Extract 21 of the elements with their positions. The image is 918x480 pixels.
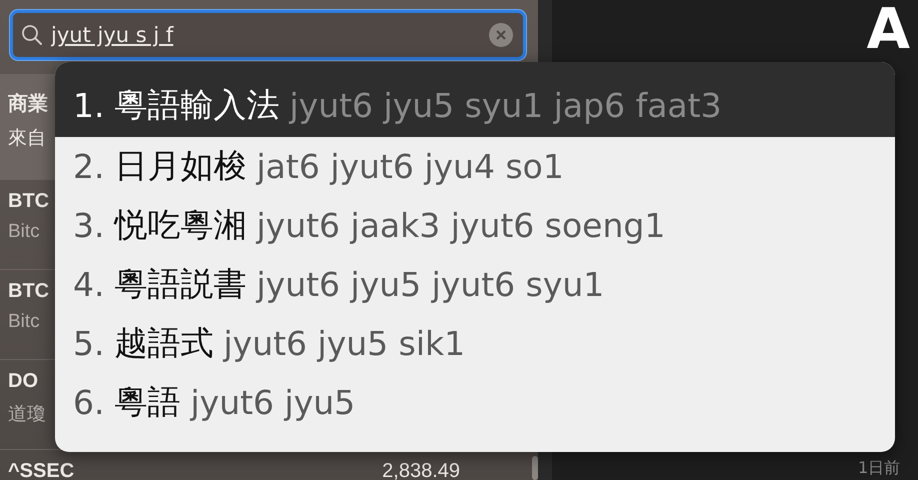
stock-price: 2,838.49 xyxy=(382,460,460,480)
candidate-item[interactable]: 3. 悦吃粵湘 jyut6 jaak3 jyut6 soeng1 xyxy=(55,196,895,255)
clear-icon[interactable] xyxy=(489,23,513,47)
candidate-item[interactable]: 1. 粵語輸入法 jyut6 jyu5 syu1 jap6 faat3 xyxy=(55,62,895,137)
candidate-item[interactable]: 2. 日月如梭 jat6 jyut6 jyu4 so1 xyxy=(55,137,895,196)
stock-symbol: DO xyxy=(8,370,38,393)
scrollbar[interactable] xyxy=(532,456,538,480)
stock-symbol: 商業 xyxy=(8,92,48,117)
stock-symbol: ^SSEC xyxy=(8,460,74,480)
stock-name: Bitc xyxy=(8,311,40,333)
stock-name: 來自 xyxy=(8,127,46,151)
search-icon xyxy=(21,24,43,46)
stock-heading: A xyxy=(866,2,910,58)
stock-name: 道瓊 xyxy=(8,403,46,427)
detail-label: 1日前 xyxy=(858,458,902,479)
stock-symbol: BTC xyxy=(8,190,50,213)
candidate-item[interactable]: 5. 越語式 jyut6 jyu5 sik1 xyxy=(55,314,895,373)
candidate-item[interactable]: 4. 粵語説書 jyut6 jyu5 jyut6 syu1 xyxy=(55,255,895,314)
candidate-item[interactable]: 6. 粵語 jyut6 jyu5 xyxy=(55,373,895,432)
stock-name: Bitc xyxy=(8,221,40,243)
stock-symbol: BTC xyxy=(8,280,50,303)
